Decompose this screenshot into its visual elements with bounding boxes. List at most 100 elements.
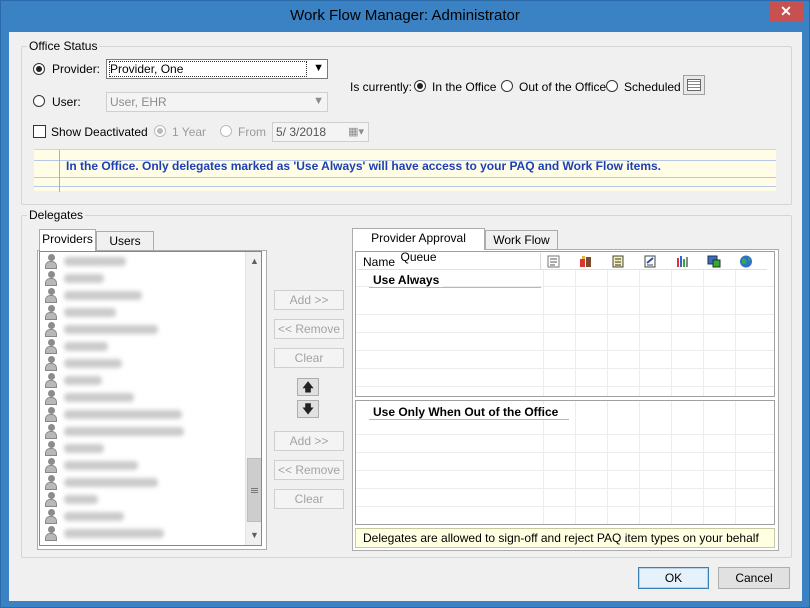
scroll-thumb[interactable]	[247, 458, 261, 522]
remove-top-button[interactable]: << Remove	[274, 319, 344, 339]
person-icon	[44, 492, 58, 508]
delegates-info-bar: Delegates are allowed to sign-off and re…	[355, 528, 775, 548]
one-year-radio[interactable]	[154, 125, 166, 137]
person-icon	[44, 424, 58, 440]
note-icon[interactable]	[547, 255, 561, 268]
status-scheduled-radio[interactable]	[606, 80, 618, 92]
status-message: In the Office. Only delegates marked as …	[66, 159, 662, 173]
ok-button[interactable]: OK	[638, 567, 709, 589]
title-bar[interactable]: Work Flow Manager: Administrator ✕	[1, 1, 809, 32]
from-radio[interactable]	[220, 125, 232, 137]
person-icon	[44, 526, 58, 542]
person-icon	[44, 356, 58, 372]
status-out-office-radio[interactable]	[501, 80, 513, 92]
office-status-label: Office Status	[27, 39, 100, 53]
list-item[interactable]	[40, 338, 240, 355]
redacted-name	[64, 257, 126, 266]
scroll-up-icon[interactable]: ▲	[246, 253, 261, 270]
name-column-header[interactable]: Name	[363, 255, 395, 269]
redacted-name	[64, 342, 108, 351]
person-icon	[44, 339, 58, 355]
chart-icon[interactable]	[675, 255, 689, 268]
is-currently-label: Is currently:	[350, 80, 413, 94]
list-item[interactable]	[40, 457, 240, 474]
chevron-down-icon: ▼	[313, 62, 324, 74]
list-item[interactable]	[40, 304, 240, 321]
arrow-up-icon: 🡅	[301, 380, 315, 394]
scroll-down-icon[interactable]: ▼	[246, 527, 261, 544]
person-icon	[44, 475, 58, 491]
list-item[interactable]	[40, 389, 240, 406]
list-item[interactable]	[40, 287, 240, 304]
redacted-name	[64, 410, 182, 419]
tab-provider-approval-queue[interactable]: Provider Approval Queue	[352, 228, 485, 264]
window-title: Work Flow Manager: Administrator	[290, 7, 520, 24]
list-item[interactable]	[40, 321, 240, 338]
tab-users[interactable]: Users	[96, 231, 154, 251]
add-top-button[interactable]: Add >>	[274, 290, 344, 310]
provider-radio[interactable]	[33, 63, 45, 75]
list-item[interactable]	[40, 508, 240, 525]
one-year-label: 1 Year	[172, 125, 207, 139]
provider-dropdown[interactable]: Provider, One ▼	[106, 59, 328, 79]
providers-list[interactable]: ▲ ▼	[39, 251, 262, 546]
tab-providers[interactable]: Providers	[39, 229, 96, 251]
list-item[interactable]	[40, 474, 240, 491]
redacted-name	[64, 495, 98, 504]
redacted-name	[64, 308, 116, 317]
document-icon[interactable]	[611, 255, 625, 268]
use-always-grid[interactable]: Name Use Always	[355, 251, 775, 397]
list-item[interactable]	[40, 372, 240, 389]
person-icon	[44, 373, 58, 389]
out-of-office-underline	[369, 419, 569, 420]
image-icon[interactable]	[707, 255, 721, 268]
close-button[interactable]: ✕	[769, 2, 803, 22]
provider-label: Provider:	[52, 62, 101, 76]
list-item[interactable]	[40, 406, 240, 423]
move-down-button[interactable]: 🡇	[297, 400, 319, 418]
status-scheduled-label: Scheduled	[624, 80, 681, 94]
provider-value: Provider, One	[110, 62, 184, 76]
show-deactivated-checkbox[interactable]	[33, 125, 46, 138]
use-always-gridlines	[356, 270, 774, 396]
user-dropdown[interactable]: User, EHR ▼	[106, 92, 328, 112]
list-item[interactable]	[40, 440, 240, 457]
from-label: From	[238, 125, 266, 139]
calendar-dropdown-icon: ▦▾	[348, 126, 364, 138]
list-item[interactable]	[40, 355, 240, 372]
close-icon: ✕	[780, 3, 792, 19]
providers-list-scrollbar[interactable]: ▲ ▼	[245, 252, 261, 545]
redacted-name	[64, 274, 104, 283]
grip-icon	[251, 487, 258, 493]
list-item[interactable]	[40, 491, 240, 508]
person-icon	[44, 322, 58, 338]
redacted-name	[64, 376, 102, 385]
tab-work-flow[interactable]: Work Flow	[485, 230, 558, 250]
redacted-name	[64, 478, 158, 487]
from-date-picker[interactable]: 5/ 3/2018 ▦▾	[272, 122, 369, 142]
list-item[interactable]	[40, 423, 240, 440]
move-up-button[interactable]: 🡅	[297, 378, 319, 396]
clear-bottom-button[interactable]: Clear	[274, 489, 344, 509]
status-in-office-radio[interactable]	[414, 80, 426, 92]
list-item[interactable]	[40, 270, 240, 287]
out-of-office-grid[interactable]: Use Only When Out of the Office	[355, 400, 775, 525]
person-icon	[44, 458, 58, 474]
list-item[interactable]	[40, 253, 240, 270]
calendar-icon	[687, 79, 701, 91]
status-in-office-label: In the Office	[432, 80, 497, 94]
clear-top-button[interactable]: Clear	[274, 348, 344, 368]
globe-icon[interactable]	[739, 255, 753, 268]
cancel-button[interactable]: Cancel	[718, 567, 790, 589]
list-item[interactable]	[40, 525, 240, 542]
user-radio[interactable]	[33, 95, 45, 107]
person-icon	[44, 407, 58, 423]
remove-bottom-button[interactable]: << Remove	[274, 460, 344, 480]
redacted-name	[64, 444, 104, 453]
status-out-office-label: Out of the Office	[519, 80, 607, 94]
schedule-calendar-button[interactable]	[683, 75, 705, 95]
person-icon	[44, 288, 58, 304]
add-bottom-button[interactable]: Add >>	[274, 431, 344, 451]
lab-icon[interactable]	[579, 255, 593, 268]
form-icon[interactable]	[643, 255, 657, 268]
